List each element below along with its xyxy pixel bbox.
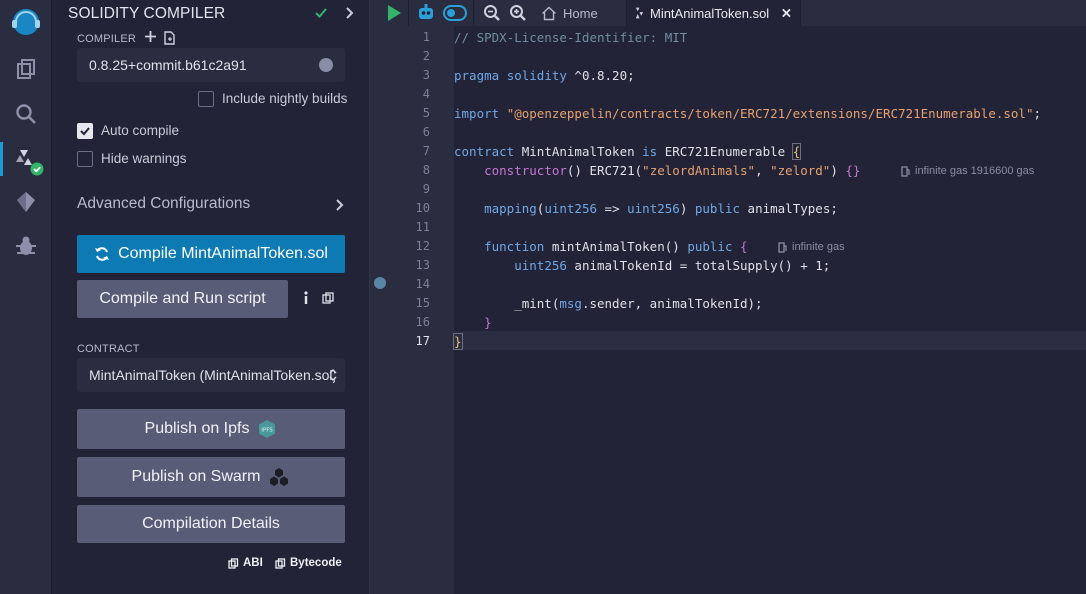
tab-home[interactable]: Home [533, 0, 606, 26]
code-line: } [484, 315, 492, 330]
solidity-compiler-icon[interactable] [14, 146, 44, 176]
hide-warnings-label: Hide warnings [101, 151, 187, 166]
compilation-details-label: Compilation Details [142, 515, 280, 532]
copy-bytecode-button[interactable]: Bytecode [275, 557, 342, 569]
panel-title: SOLIDITY COMPILER [68, 5, 226, 22]
code-line: _mint(msg.sender, animalTokenId); [454, 296, 763, 311]
refresh-icon [95, 247, 110, 261]
info-icon[interactable] [302, 290, 310, 306]
contract-select-value: MintAnimalToken (MintAnimalToken.sol) [89, 367, 335, 383]
compile-button-label: Compile MintAnimalToken.sol [118, 245, 328, 262]
compile-and-run-script-label: Compile and Run script [99, 290, 266, 307]
debugger-icon[interactable] [14, 234, 38, 258]
code-line: } [453, 333, 463, 350]
code-line: import "@openzeppelin/contracts/token/ER… [454, 106, 1042, 121]
gas-estimate-mint: infinite gas [778, 241, 845, 253]
include-nightly-checkbox[interactable] [198, 91, 214, 107]
copy-abi-button[interactable]: ABI [228, 557, 263, 569]
compiler-panel: SOLIDITY COMPILER COMPILER 0.8.25+commit… [52, 0, 370, 594]
select-caret-icon [329, 369, 337, 381]
tab-home-label: Home [563, 5, 598, 21]
gas-pump-icon [778, 241, 787, 253]
custom-compiler-file-icon[interactable] [163, 31, 176, 45]
checkmark-icon [80, 127, 90, 136]
code-line: pragma solidity ^0.8.20; [454, 68, 635, 83]
swarm-icon [270, 468, 289, 486]
code-editor[interactable]: 1 2 3 4 5 6 7 8 9 10 11 12 13 14 15 16 1… [370, 26, 1086, 594]
include-nightly-label: Include nightly builds [222, 91, 348, 106]
contract-label: CONTRACT [77, 343, 140, 355]
code-line: // SPDX-License-Identifier: MIT [454, 30, 688, 45]
code-line: mapping(uint256 => uint256) public anima… [484, 201, 838, 216]
icon-rail [0, 0, 52, 594]
publish-ipfs-button[interactable]: Publish on Ipfs IPFS [77, 409, 345, 449]
ipfs-icon: IPFS [259, 420, 276, 438]
compile-button[interactable]: Compile MintAnimalToken.sol [77, 235, 345, 273]
remix-logo-icon[interactable] [7, 4, 45, 38]
compiler-label: COMPILER [77, 33, 137, 45]
code-line: uint256 animalTokenId = totalSupply() + … [514, 258, 831, 273]
breakpoint-marker[interactable] [374, 277, 386, 289]
contract-select[interactable]: MintAnimalToken (MintAnimalToken.sol) [77, 358, 345, 392]
compilation-details-button[interactable]: Compilation Details [77, 505, 345, 543]
bytecode-label: Bytecode [290, 557, 342, 569]
tab-mintanimaltoken[interactable]: MintAnimalToken.sol [627, 0, 800, 26]
compiler-version-select[interactable]: 0.8.25+commit.b61c2a91 [77, 48, 345, 82]
copy-icon [228, 557, 239, 569]
code-line: function mintAnimalToken() public { [484, 239, 748, 254]
select-caret-icon [319, 58, 333, 72]
close-icon[interactable] [781, 7, 792, 19]
svg-text:IPFS: IPFS [262, 428, 274, 434]
check-icon [315, 8, 327, 18]
advanced-configurations-toggle[interactable]: Advanced Configurations [77, 195, 250, 213]
auto-compile-label: Auto compile [101, 123, 180, 138]
tab-file-label: MintAnimalToken.sol [649, 5, 770, 21]
code-line: constructor() ERC721("zelordAnimals", "z… [484, 163, 861, 178]
solidity-file-icon [635, 7, 644, 19]
file-explorer-icon[interactable] [14, 58, 38, 82]
auto-compile-checkbox[interactable] [77, 123, 93, 139]
chevron-right-icon[interactable] [342, 6, 356, 20]
home-icon [542, 6, 556, 20]
publish-swarm-button[interactable]: Publish on Swarm [77, 457, 345, 497]
gas-estimate-constructor: infinite gas 1916600 gas [901, 165, 1034, 177]
zoom-out-icon[interactable] [483, 4, 501, 22]
compiler-version-value: 0.8.25+commit.b61c2a91 [89, 57, 247, 73]
current-line-highlight [454, 331, 1086, 350]
search-icon[interactable] [14, 102, 38, 126]
publish-swarm-label: Publish on Swarm [131, 468, 261, 485]
chevron-right-icon[interactable] [334, 198, 346, 212]
copy-icon [275, 557, 286, 569]
add-compiler-icon[interactable] [144, 30, 157, 43]
zoom-in-icon[interactable] [509, 4, 527, 22]
abi-label: ABI [243, 557, 263, 569]
gas-pump-icon [901, 165, 910, 177]
run-script-icon[interactable] [386, 4, 402, 22]
ai-copilot-icon[interactable] [417, 3, 435, 22]
deploy-icon[interactable] [14, 190, 38, 214]
publish-ipfs-label: Publish on Ipfs [144, 420, 250, 437]
editor-tab-bar: Home MintAnimalToken.sol [370, 0, 1086, 26]
compile-and-run-script-button[interactable]: Compile and Run script [77, 280, 288, 318]
remix-ide: SOLIDITY COMPILER COMPILER 0.8.25+commit… [0, 0, 1086, 594]
active-indicator [0, 142, 3, 176]
ai-toggle-icon[interactable] [443, 5, 467, 21]
hide-warnings-checkbox[interactable] [77, 151, 93, 167]
copy-icon[interactable] [322, 292, 334, 304]
code-line: contract MintAnimalToken is ERC721Enumer… [454, 143, 802, 160]
